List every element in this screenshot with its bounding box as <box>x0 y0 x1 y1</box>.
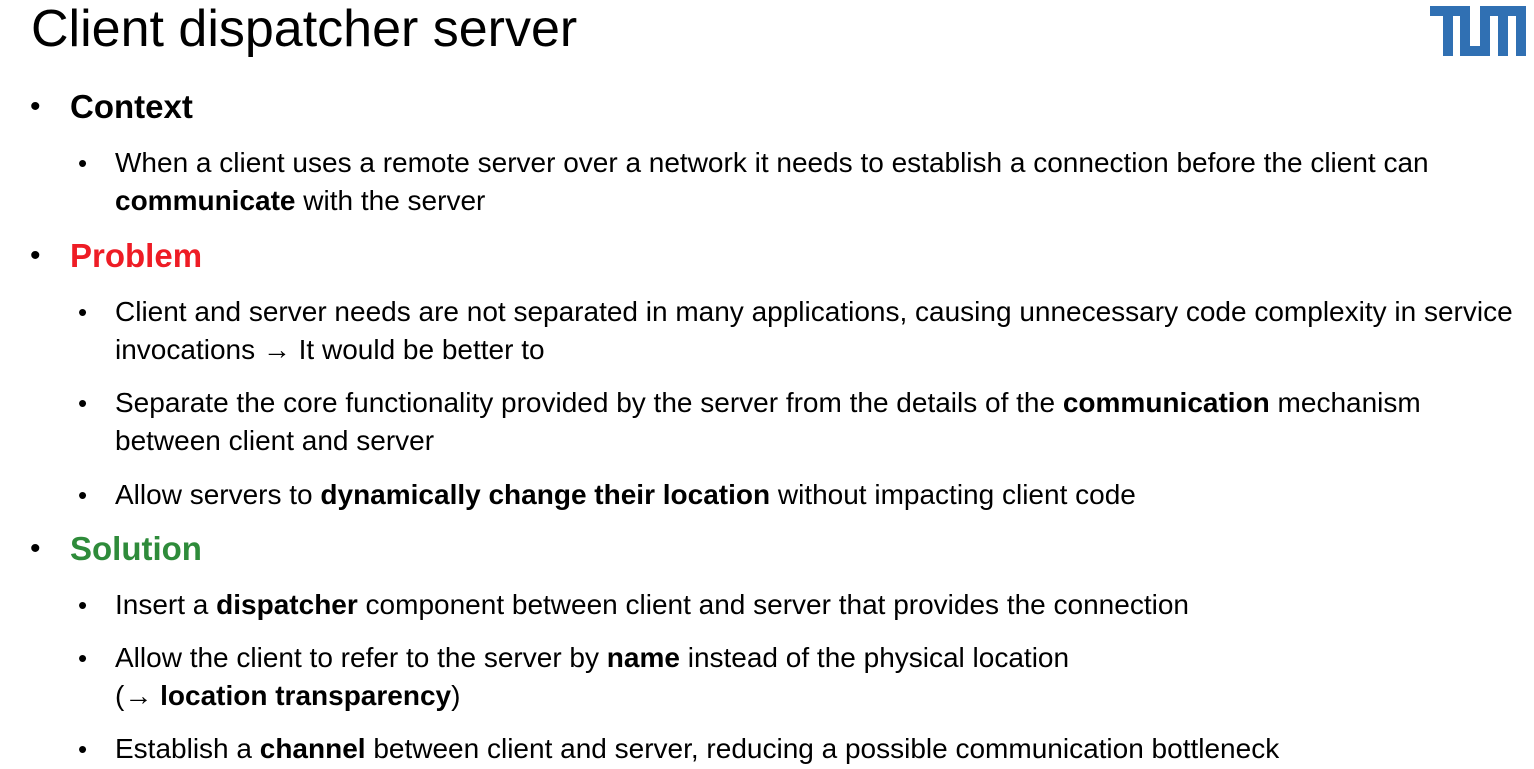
bullet-dot: • <box>78 643 88 673</box>
list-item: • Client and server needs are not separa… <box>78 293 1518 369</box>
bullet-dot: • <box>78 148 88 178</box>
bullet-dot: • <box>78 388 88 418</box>
bullet-dot: • <box>78 590 88 620</box>
list-item: • When a client uses a remote server ove… <box>78 144 1518 220</box>
bullet-dot: • <box>30 532 41 565</box>
bullet-dot: • <box>78 297 88 327</box>
bullet-dot: • <box>30 90 41 123</box>
list-item: • Allow the client to refer to the serve… <box>78 639 1518 715</box>
tum-logo <box>1430 6 1526 56</box>
list-item: • Separate the core functionality provid… <box>78 384 1518 460</box>
list-item: • Allow servers to dynamically change th… <box>78 476 1518 514</box>
bullet-dot: • <box>30 239 41 272</box>
bullet-dot: • <box>78 480 88 510</box>
bullet-dot: • <box>78 734 88 764</box>
slide-title: Client dispatcher server <box>31 0 578 58</box>
list-item: • Insert a dispatcher component between … <box>78 586 1518 624</box>
list-item: • Establish a channel between client and… <box>78 730 1518 768</box>
